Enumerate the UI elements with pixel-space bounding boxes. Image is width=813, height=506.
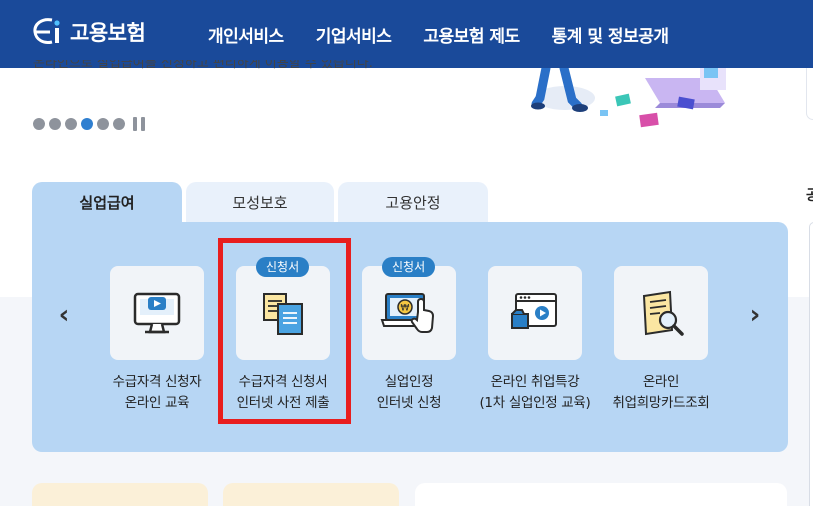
logo-text: 고용보험 <box>70 21 146 45</box>
pause-bar-right <box>141 117 145 131</box>
sidebar-panel <box>809 222 813 506</box>
laptop-won-click-icon: ₩ <box>380 293 435 333</box>
slide-dot-6[interactable] <box>113 118 125 130</box>
nav-personal-services[interactable]: 개인서비스 <box>208 22 284 47</box>
card-search-icon <box>642 290 684 336</box>
hero-description: 온라인으로 실업급여를 신청하고 편리하게 이용할 수 있습니다. <box>33 60 373 71</box>
service-card-unemployment-recognition[interactable]: ₩ <box>362 266 456 360</box>
slide-dot-4[interactable] <box>81 118 93 130</box>
slide-dot-2[interactable] <box>49 118 61 130</box>
right-edge-panel <box>806 68 813 120</box>
service-card-online-lecture[interactable] <box>488 266 582 360</box>
tab-employment-stability[interactable]: 고용안정 <box>338 182 488 222</box>
highlight-box <box>218 238 351 424</box>
pause-button[interactable] <box>133 117 149 131</box>
tab-unemployment-benefit[interactable]: 실업급여 <box>32 182 182 222</box>
tab-maternity-protection[interactable]: 모성보호 <box>186 182 334 222</box>
slide-indicators <box>33 117 149 131</box>
nav-statistics-info[interactable]: 통계 및 정보공개 <box>552 22 669 47</box>
bottom-card-2[interactable] <box>223 483 399 506</box>
carousel-next-button[interactable]: › <box>743 300 767 330</box>
bottom-card-1[interactable] <box>32 483 208 506</box>
pause-bar-left <box>133 117 137 131</box>
svg-text:₩: ₩ <box>401 304 410 314</box>
site-logo[interactable]: 고용보험 <box>30 14 146 50</box>
browser-video-icon <box>511 293 557 329</box>
service-card-online-education[interactable] <box>110 266 204 360</box>
monitor-play-icon <box>133 292 181 334</box>
hero-illustration <box>531 68 726 128</box>
main-nav: 개인서비스 기업서비스 고용보험 제도 통계 및 정보공개 <box>208 22 701 47</box>
service-label-job-card-lookup[interactable]: 온라인 취업희망카드조회 <box>586 372 736 414</box>
service-card-job-card-lookup[interactable] <box>614 266 708 360</box>
slide-dot-5[interactable] <box>97 118 109 130</box>
application-badge: 신청서 <box>382 257 436 277</box>
ei-logo-icon <box>33 18 60 44</box>
nav-business-services[interactable]: 기업서비스 <box>316 22 392 47</box>
carousel-prev-button[interactable]: ‹ <box>52 300 76 330</box>
slide-dot-3[interactable] <box>65 118 77 130</box>
label-line-2: 취업희망카드조회 <box>612 395 710 411</box>
label-line-1: 온라인 <box>642 374 680 390</box>
nav-insurance-system[interactable]: 고용보험 제도 <box>423 22 520 47</box>
sidebar-heading: 공 <box>806 188 813 204</box>
top-header: 고용보험 개인서비스 기업서비스 고용보험 제도 통계 및 정보공개 <box>0 0 813 68</box>
service-tabs: 실업급여 모성보호 고용안정 <box>32 182 492 222</box>
slide-dot-1[interactable] <box>33 118 45 130</box>
bottom-card-3[interactable] <box>415 483 787 506</box>
